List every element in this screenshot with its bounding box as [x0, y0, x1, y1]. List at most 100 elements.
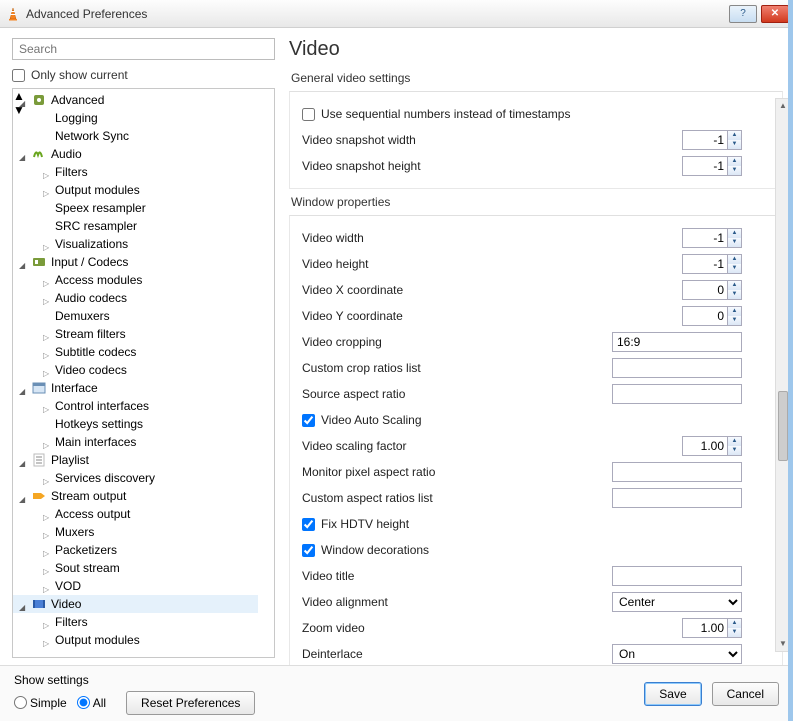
video-y-input[interactable]: ▲▼: [682, 306, 742, 326]
seq-numbers-checkbox[interactable]: [302, 108, 315, 121]
caret-closed-icon[interactable]: [43, 545, 53, 555]
tree-item[interactable]: Packetizers: [13, 541, 258, 559]
tree-item[interactable]: Video codecs: [13, 361, 258, 379]
auto-scaling-checkbox[interactable]: [302, 414, 315, 427]
help-button[interactable]: ?: [729, 5, 757, 23]
tree-item[interactable]: Playlist: [13, 451, 258, 469]
tree-item[interactable]: Access output: [13, 505, 258, 523]
scrollbar-thumb[interactable]: [778, 391, 788, 461]
tree-item[interactable]: Subtitle codecs: [13, 343, 258, 361]
save-button[interactable]: Save: [644, 682, 701, 706]
zoom-input[interactable]: ▲▼: [682, 618, 742, 638]
only-show-current-checkbox[interactable]: [12, 69, 25, 82]
caret-closed-icon[interactable]: [43, 401, 53, 411]
tree-item[interactable]: SRC resampler: [13, 217, 258, 235]
tree-item[interactable]: Output modules: [13, 181, 258, 199]
caret-open-icon[interactable]: [19, 491, 29, 501]
caret-closed-icon[interactable]: [43, 329, 53, 339]
tree-item-label: VOD: [55, 579, 81, 593]
custom-crop-input[interactable]: [612, 358, 742, 378]
simple-radio[interactable]: Simple: [14, 696, 67, 710]
video-width-input[interactable]: ▲▼: [682, 228, 742, 248]
tree-item[interactable]: Sout stream: [13, 559, 258, 577]
tree-item[interactable]: Audio codecs: [13, 289, 258, 307]
tree-item[interactable]: Muxers: [13, 523, 258, 541]
custom-aspect-input[interactable]: [612, 488, 742, 508]
tree-item[interactable]: Control interfaces: [13, 397, 258, 415]
caret-closed-icon[interactable]: [43, 635, 53, 645]
only-show-current[interactable]: Only show current: [12, 68, 275, 82]
video-title-input[interactable]: [612, 566, 742, 586]
monitor-par-input[interactable]: [612, 462, 742, 482]
iface-icon: [31, 380, 47, 396]
source-aspect-input[interactable]: [612, 384, 742, 404]
tree-item[interactable]: Visualizations: [13, 235, 258, 253]
caret-closed-icon[interactable]: [43, 581, 53, 591]
tree-item[interactable]: Hotkeys settings: [13, 415, 258, 433]
all-radio[interactable]: All: [77, 696, 106, 710]
tree-item[interactable]: Advanced: [13, 91, 258, 109]
group-general: Use sequential numbers instead of timest…: [289, 91, 783, 189]
caret-none: [43, 113, 53, 123]
tree-item[interactable]: Demuxers: [13, 307, 258, 325]
caret-closed-icon[interactable]: [43, 473, 53, 483]
caret-closed-icon[interactable]: [43, 275, 53, 285]
tree-item[interactable]: Stream output: [13, 487, 258, 505]
spin-down-icon[interactable]: ▼: [728, 140, 741, 149]
window-dec-checkbox[interactable]: [302, 544, 315, 557]
caret-closed-icon[interactable]: [43, 239, 53, 249]
tree-item-label: Network Sync: [55, 129, 129, 143]
caret-open-icon[interactable]: [19, 257, 29, 267]
reset-button[interactable]: Reset Preferences: [126, 691, 255, 715]
tree-item[interactable]: Filters: [13, 163, 258, 181]
caret-open-icon[interactable]: [19, 599, 29, 609]
tree-item[interactable]: Input / Codecs: [13, 253, 258, 271]
caret-closed-icon[interactable]: [43, 293, 53, 303]
snap-height-input[interactable]: ▲▼: [682, 156, 742, 176]
caret-closed-icon[interactable]: [43, 563, 53, 573]
caret-closed-icon[interactable]: [43, 185, 53, 195]
caret-open-icon[interactable]: [19, 149, 29, 159]
video-height-input[interactable]: ▲▼: [682, 254, 742, 274]
window-resize-edge[interactable]: [788, 0, 793, 721]
seq-numbers-label: Use sequential numbers instead of timest…: [321, 107, 742, 121]
caret-closed-icon[interactable]: [43, 527, 53, 537]
preference-tree: AdvancedLoggingNetwork SyncAudioFiltersO…: [12, 88, 275, 658]
caret-open-icon[interactable]: [19, 95, 29, 105]
scaling-factor-input[interactable]: ▲▼: [682, 436, 742, 456]
caret-closed-icon[interactable]: [43, 617, 53, 627]
close-button[interactable]: ✕: [761, 5, 789, 23]
tree-item[interactable]: Filters: [13, 613, 258, 631]
video-x-input[interactable]: ▲▼: [682, 280, 742, 300]
tree-item[interactable]: Logging: [13, 109, 258, 127]
tree-item[interactable]: Speex resampler: [13, 199, 258, 217]
caret-closed-icon[interactable]: [43, 167, 53, 177]
tree-item[interactable]: Video: [13, 595, 258, 613]
caret-closed-icon[interactable]: [43, 509, 53, 519]
tree-item[interactable]: Network Sync: [13, 127, 258, 145]
tree-item[interactable]: Stream filters: [13, 325, 258, 343]
spin-up-icon[interactable]: ▲: [728, 131, 741, 140]
snap-width-input[interactable]: ▲▼: [682, 130, 742, 150]
tree-item[interactable]: Access modules: [13, 271, 258, 289]
video-align-select[interactable]: Center: [612, 592, 742, 612]
group-window: Video width▲▼ Video height▲▼ Video X coo…: [289, 215, 783, 703]
deinterlace-select[interactable]: On: [612, 644, 742, 664]
tree-item[interactable]: Audio: [13, 145, 258, 163]
tree-item[interactable]: Main interfaces: [13, 433, 258, 451]
fix-hdtv-checkbox[interactable]: [302, 518, 315, 531]
search-input[interactable]: [12, 38, 275, 60]
tree-item[interactable]: Interface: [13, 379, 258, 397]
tree-item[interactable]: Services discovery: [13, 469, 258, 487]
caret-closed-icon[interactable]: [43, 347, 53, 357]
gear-icon: [31, 92, 47, 108]
tree-item[interactable]: Output modules: [13, 631, 258, 649]
caret-closed-icon[interactable]: [43, 437, 53, 447]
cancel-button[interactable]: Cancel: [712, 682, 779, 706]
only-show-current-label: Only show current: [31, 68, 128, 82]
caret-open-icon[interactable]: [19, 383, 29, 393]
tree-item[interactable]: VOD: [13, 577, 258, 595]
video-cropping-input[interactable]: [612, 332, 742, 352]
caret-closed-icon[interactable]: [43, 365, 53, 375]
caret-open-icon[interactable]: [19, 455, 29, 465]
